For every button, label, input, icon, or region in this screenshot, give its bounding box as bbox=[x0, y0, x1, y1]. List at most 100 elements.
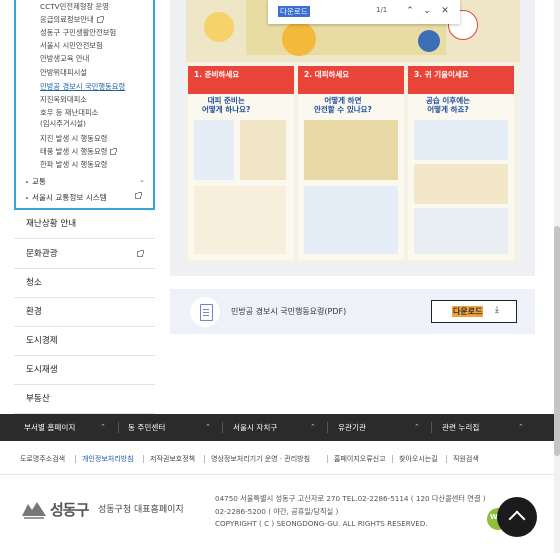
divider bbox=[204, 455, 205, 463]
column-title: 2. 대피하세요 bbox=[304, 70, 350, 79]
find-bar: 다운로드 1/1 ⌃ ⌄ ✕ bbox=[268, 0, 460, 24]
column-header: 1. 준비하세요 bbox=[188, 66, 294, 94]
menu-environment[interactable]: 환경 bbox=[14, 298, 155, 327]
footer-link[interactable]: 도로명주소검색 bbox=[20, 454, 65, 464]
illustration-panel bbox=[304, 186, 398, 254]
menu-urban-economy[interactable]: 도시경제 bbox=[14, 327, 155, 356]
footer-link[interactable]: 직원검색 bbox=[453, 454, 479, 464]
footer-link[interactable]: 저작권보호정책 bbox=[150, 454, 195, 464]
submenu-item[interactable]: 호우 등 재난대피소 bbox=[40, 108, 98, 118]
submenu-item[interactable]: 한파 발생 시 행동요령 bbox=[40, 160, 107, 170]
footer-link[interactable]: 찾아오시는길 bbox=[399, 454, 438, 464]
chevron-up-icon[interactable]: ⌃ bbox=[518, 414, 524, 441]
submenu-item[interactable]: 태풍 발생 시 행동요령 bbox=[40, 147, 118, 157]
footer-address: 04750 서울특별시 성동구 고산자로 270 TEL.02-2286-511… bbox=[215, 494, 486, 503]
scroll-to-top-button[interactable] bbox=[497, 497, 537, 537]
find-query-highlight: 다운로드 bbox=[278, 6, 310, 17]
bottom-nav-community-centers[interactable]: 동 주민센터 bbox=[128, 414, 165, 441]
left-sidebar: CCTV민전제형장 운영 응급의료정보안내 성동구 구민생활안전보험 서울시 시… bbox=[14, 0, 155, 414]
submenu-item[interactable]: (임시주거시설) bbox=[40, 119, 86, 129]
submenu-item-label: 지진 발생 시 행동요령 bbox=[40, 134, 108, 143]
external-link-icon bbox=[110, 148, 118, 155]
submenu-item-label: 호우 등 재난대피소 bbox=[40, 108, 99, 117]
menu-label: 도시경제 bbox=[26, 336, 58, 346]
footer-link[interactable]: 홈페이지오류신고 bbox=[334, 454, 386, 464]
submenu-item[interactable]: 서울시 시민안전보험 bbox=[40, 41, 103, 51]
illustration-panel bbox=[304, 120, 398, 180]
submenu-item[interactable]: 성동구 구민생활안전보험 bbox=[40, 28, 116, 38]
divider bbox=[431, 422, 432, 433]
menu-culture-tour[interactable]: 문화관광 bbox=[14, 240, 155, 269]
submenu-item[interactable]: 안방위대피시설 bbox=[40, 68, 87, 78]
question-line: 어떻게 하죠? bbox=[427, 105, 469, 114]
submenu-item-label: (임시주거시설) bbox=[40, 119, 86, 128]
chevron-up-icon[interactable]: ⌃ bbox=[310, 414, 316, 441]
submenu-item-label: 성동구 구민생활안전보험 bbox=[40, 28, 117, 37]
bottom-nav-related-sites[interactable]: 관련 누리집 bbox=[442, 414, 479, 441]
submenu-item-label: 지진옥외대피소 bbox=[40, 95, 87, 104]
divider bbox=[222, 422, 223, 433]
find-input[interactable]: 다운로드 bbox=[276, 4, 380, 19]
logo-text: 성동구 bbox=[50, 501, 89, 519]
menu-label: 청소 bbox=[26, 278, 42, 288]
footer-links: 도로명주소검색 개인정보처리방침 저작권보호정책 영상정보처리기기 운영 · 관… bbox=[0, 441, 560, 475]
download-button[interactable]: 다운로드 ⤓ bbox=[431, 300, 517, 323]
download-button-label: 다운로드 bbox=[452, 306, 484, 317]
menu-label: 도시재생 bbox=[26, 365, 58, 375]
chevron-up-icon[interactable]: ⌃ bbox=[403, 3, 417, 19]
divider bbox=[392, 455, 393, 463]
sidebar-item-seoul-traffic[interactable]: 서울시 교통정보 시스템 bbox=[26, 192, 107, 203]
illustration-panel bbox=[414, 164, 508, 204]
chevron-down-icon[interactable]: ⌄ bbox=[139, 176, 145, 184]
menu-label: 재난상황 안내 bbox=[26, 219, 77, 229]
divider bbox=[143, 455, 144, 463]
close-icon[interactable]: ✕ bbox=[438, 3, 452, 19]
menu-urban-regeneration[interactable]: 도시재생 bbox=[14, 356, 155, 385]
footer-night-phone: 02-2286-5200 ( 야간, 공휴일/당직실 ) bbox=[215, 507, 339, 516]
submenu-item[interactable]: CCTV민전제형장 운영 bbox=[40, 2, 109, 12]
bottom-nav-departments[interactable]: 부서별 홈페이지 bbox=[24, 414, 75, 441]
chevron-up-icon[interactable]: ⌃ bbox=[414, 414, 420, 441]
question-line: 안전할 수 있나요? bbox=[314, 105, 372, 114]
external-link-icon bbox=[135, 192, 142, 199]
submenu-item-active[interactable]: 민방공 경보시 국민행동요령 bbox=[40, 82, 125, 92]
character-illustration bbox=[418, 30, 440, 52]
submenu-box: CCTV민전제형장 운영 응급의료정보안내 성동구 구민생활안전보험 서울시 시… bbox=[14, 0, 155, 210]
seongdong-logo[interactable]: 성동구 bbox=[20, 497, 90, 522]
divider bbox=[118, 422, 119, 433]
column-title: 1. 준비하세요 bbox=[194, 70, 240, 79]
download-row: 민방공 경보시 국민행동요령(PDF) 다운로드 ⤓ bbox=[170, 289, 535, 334]
bottom-nav-related-orgs[interactable]: 유관기관 bbox=[338, 414, 366, 441]
menu-label: 환경 bbox=[26, 307, 42, 317]
submenu-item-label: 민방공 경보시 국민행동요령 bbox=[40, 82, 126, 91]
submenu-item-label: 서울시 시민안전보험 bbox=[40, 41, 103, 50]
menu-real-estate[interactable]: 부동산 bbox=[14, 385, 155, 414]
submenu-item[interactable]: 지진옥외대피소 bbox=[40, 95, 87, 105]
submenu-item[interactable]: 지진 발생 시 행동요령 bbox=[40, 134, 107, 144]
bottom-nav-seoul-districts[interactable]: 서울시 자치구 bbox=[233, 414, 277, 441]
illustration-panel bbox=[194, 186, 286, 254]
download-icon: ⤓ bbox=[495, 305, 499, 315]
footer-link-privacy[interactable]: 개인정보처리방침 bbox=[82, 454, 134, 464]
chevron-up-icon[interactable]: ⌃ bbox=[205, 414, 211, 441]
column-question: 어떻게 하면 안전할 수 있나요? bbox=[314, 96, 372, 114]
chevron-down-icon[interactable]: ⌄ bbox=[420, 3, 434, 19]
scrollbar-thumb[interactable] bbox=[554, 226, 560, 456]
menu-disaster[interactable]: 재난상황 안내 bbox=[14, 210, 155, 239]
illustration-panel bbox=[414, 120, 508, 160]
column-header: 3. 귀 기울이세요 bbox=[408, 66, 514, 94]
external-link-icon bbox=[96, 16, 104, 23]
submenu-item[interactable]: 안방생교육 안내 bbox=[40, 54, 89, 64]
download-file-title: 민방공 경보시 국민행동요령(PDF) bbox=[231, 307, 347, 316]
submenu-item-label: CCTV민전제형장 운영 bbox=[40, 2, 109, 11]
submenu-item[interactable]: 응급의료정보안내 bbox=[40, 15, 104, 25]
scrollbar-track[interactable] bbox=[554, 0, 560, 553]
sidebar-item-traffic[interactable]: 교통 bbox=[26, 176, 46, 187]
logo-mark-icon bbox=[22, 502, 46, 519]
menu-cleaning[interactable]: 청소 bbox=[14, 269, 155, 298]
footer-link[interactable]: 영상정보처리기기 운영 · 관리방침 bbox=[211, 454, 310, 464]
illustration-panel bbox=[194, 120, 234, 180]
poster-column-prepare: 1. 준비하세요 대피 준비는 어떻게 하나요? bbox=[188, 66, 294, 260]
chevron-up-icon[interactable]: ⌃ bbox=[100, 414, 106, 441]
bullet-icon bbox=[26, 197, 28, 199]
